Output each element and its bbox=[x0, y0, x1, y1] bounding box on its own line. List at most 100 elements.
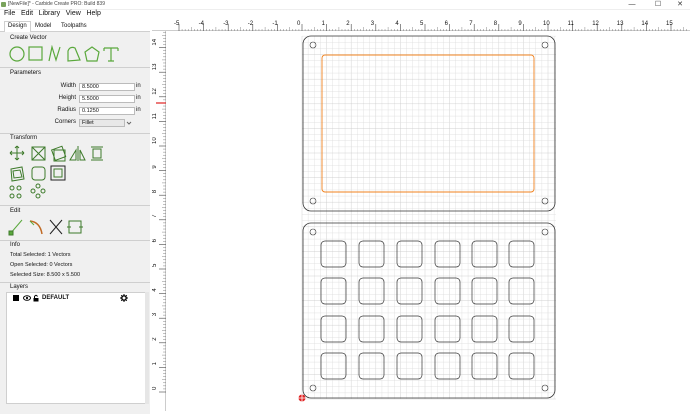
key-cutout[interactable] bbox=[508, 315, 535, 343]
app-icon bbox=[1, 2, 6, 7]
mounting-hole[interactable] bbox=[541, 197, 549, 205]
height-label: Height bbox=[58, 95, 76, 101]
mirror-icon[interactable] bbox=[69, 146, 86, 161]
maximize-button[interactable]: ☐ bbox=[650, 0, 666, 9]
trim-icon[interactable] bbox=[49, 219, 63, 235]
ruler-label: 12 bbox=[592, 21, 599, 27]
ruler-label: 2 bbox=[152, 337, 158, 341]
key-cutout[interactable] bbox=[320, 277, 347, 305]
tab-toolpaths[interactable]: Toolpaths bbox=[58, 22, 90, 31]
corners-label: Corners bbox=[54, 119, 76, 125]
layer-color-swatch[interactable] bbox=[13, 295, 19, 301]
key-cutout[interactable] bbox=[434, 315, 461, 343]
menu-edit[interactable]: Edit bbox=[21, 9, 33, 19]
key-cutout[interactable] bbox=[396, 315, 423, 343]
key-cutout[interactable] bbox=[434, 277, 461, 305]
key-cutout[interactable] bbox=[320, 240, 347, 268]
lock-icon[interactable] bbox=[33, 294, 39, 302]
panel-scrollbar[interactable] bbox=[145, 292, 149, 404]
ruler-label: -1 bbox=[272, 21, 278, 27]
ruler-label: 10 bbox=[152, 137, 158, 144]
key-cutout[interactable] bbox=[471, 240, 498, 268]
boolean-icon[interactable] bbox=[50, 165, 66, 181]
key-cutout[interactable] bbox=[320, 315, 347, 343]
width-field[interactable]: 8.5000 bbox=[79, 83, 135, 91]
key-cutout[interactable] bbox=[396, 240, 423, 268]
divider bbox=[0, 133, 150, 134]
key-cutout[interactable] bbox=[358, 352, 385, 380]
move-icon[interactable] bbox=[9, 145, 25, 161]
height-field[interactable]: 5.5000 bbox=[79, 95, 135, 103]
ruler-label: 14 bbox=[641, 21, 648, 27]
polyline-icon[interactable] bbox=[48, 45, 61, 63]
offset-icon[interactable] bbox=[10, 166, 25, 182]
key-cutout[interactable] bbox=[508, 240, 535, 268]
key-cutout[interactable] bbox=[434, 352, 461, 380]
mounting-hole[interactable] bbox=[309, 41, 317, 49]
mounting-hole[interactable] bbox=[309, 197, 317, 205]
join-icon[interactable] bbox=[67, 220, 83, 234]
close-button[interactable]: ✕ bbox=[672, 0, 688, 9]
polygon-icon[interactable] bbox=[84, 46, 100, 62]
layer-row[interactable]: DEFAULT bbox=[7, 293, 147, 303]
key-cutout[interactable] bbox=[471, 315, 498, 343]
key-cutout[interactable] bbox=[396, 352, 423, 380]
radius-unit: in bbox=[136, 107, 141, 113]
edit-heading: Edit bbox=[10, 208, 21, 214]
key-cutout[interactable] bbox=[471, 277, 498, 305]
parameters-heading: Parameters bbox=[10, 70, 42, 76]
scale-icon[interactable] bbox=[31, 146, 46, 161]
mounting-hole[interactable] bbox=[309, 384, 317, 392]
key-cutout[interactable] bbox=[358, 315, 385, 343]
rectangle-icon[interactable] bbox=[28, 46, 43, 61]
curve-icon[interactable] bbox=[67, 46, 81, 62]
mounting-hole[interactable] bbox=[541, 41, 549, 49]
align-icon[interactable] bbox=[91, 146, 103, 161]
text-icon[interactable] bbox=[103, 47, 119, 62]
key-cutout[interactable] bbox=[396, 277, 423, 305]
mounting-hole[interactable] bbox=[541, 384, 549, 392]
ruler-label: 14 bbox=[152, 38, 158, 45]
tab-model[interactable]: Model bbox=[32, 22, 54, 31]
knife-icon[interactable] bbox=[29, 220, 43, 235]
key-cutout[interactable] bbox=[508, 277, 535, 305]
key-cutout[interactable] bbox=[358, 240, 385, 268]
minimize-button[interactable]: — bbox=[624, 0, 640, 9]
mounting-hole[interactable] bbox=[309, 228, 317, 236]
ruler-label: 11 bbox=[152, 113, 158, 120]
key-cutout[interactable] bbox=[358, 277, 385, 305]
width-unit: in bbox=[136, 83, 141, 89]
create-vector-heading: Create Vector bbox=[10, 35, 47, 41]
key-cutout[interactable] bbox=[471, 352, 498, 380]
ruler-label: 1 bbox=[152, 361, 158, 365]
ruler-label: 8 bbox=[494, 21, 498, 27]
menu-help[interactable]: Help bbox=[86, 9, 100, 19]
ruler-label: 3 bbox=[152, 312, 158, 316]
grid-array-icon[interactable] bbox=[9, 185, 22, 199]
menu-view[interactable]: View bbox=[66, 9, 81, 19]
ruler-label: 0 bbox=[152, 386, 158, 390]
key-cutout[interactable] bbox=[508, 352, 535, 380]
eye-icon[interactable] bbox=[23, 295, 31, 301]
width-label: Width bbox=[60, 83, 76, 89]
gear-icon[interactable] bbox=[120, 294, 128, 302]
divider bbox=[0, 240, 150, 241]
fillet-icon[interactable] bbox=[31, 166, 46, 181]
ruler-label: 6 bbox=[152, 238, 158, 242]
design-canvas[interactable] bbox=[166, 31, 690, 414]
mounting-hole[interactable] bbox=[541, 228, 549, 236]
ruler-label: 5 bbox=[152, 263, 158, 267]
menu-library[interactable]: Library bbox=[39, 9, 60, 19]
circular-array-icon[interactable] bbox=[30, 183, 46, 199]
ruler-label: 8 bbox=[152, 189, 158, 193]
menu-file[interactable]: File bbox=[4, 9, 15, 19]
circle-icon[interactable] bbox=[9, 46, 25, 62]
corners-select[interactable]: Fillet bbox=[79, 119, 125, 127]
rotate-icon[interactable] bbox=[50, 145, 67, 162]
node-edit-icon[interactable] bbox=[8, 219, 23, 236]
chevron-down-icon[interactable] bbox=[126, 120, 132, 126]
key-cutout[interactable] bbox=[320, 352, 347, 380]
radius-field[interactable]: 0.1250 bbox=[79, 107, 135, 115]
key-cutout[interactable] bbox=[434, 240, 461, 268]
tab-design[interactable]: Design bbox=[4, 21, 31, 32]
